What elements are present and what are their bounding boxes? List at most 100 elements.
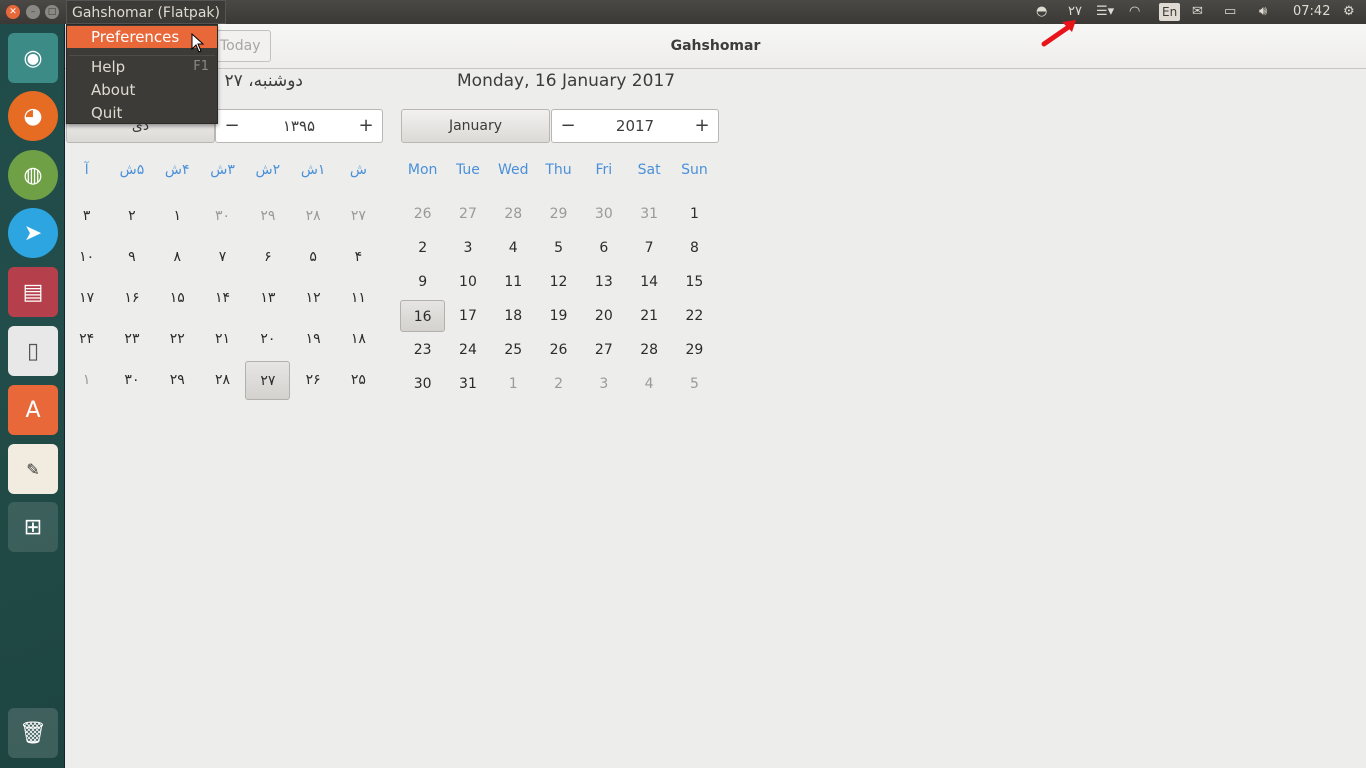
day-cell[interactable]: ۳۰: [200, 197, 245, 236]
day-cell[interactable]: 31: [626, 198, 671, 230]
day-cell[interactable]: 9: [400, 266, 445, 298]
day-cell[interactable]: ۸: [155, 238, 200, 277]
persian-year-spinner[interactable]: − ۱۳۹۵ +: [215, 109, 383, 143]
firefox-icon[interactable]: ◕: [8, 91, 58, 141]
day-cell[interactable]: ۲۷: [336, 197, 381, 236]
day-cell[interactable]: ۱۰: [64, 238, 109, 277]
day-cell[interactable]: ۲۷: [245, 361, 291, 400]
day-cell[interactable]: 14: [626, 266, 671, 298]
day-cell[interactable]: ۲۰: [245, 320, 290, 359]
day-cell[interactable]: ۱۹: [290, 320, 335, 359]
menu-indicator-icon[interactable]: ☰▾: [1096, 0, 1114, 24]
mail-icon[interactable]: ✉: [1192, 0, 1203, 24]
day-cell[interactable]: 28: [626, 334, 671, 366]
day-cell[interactable]: ۲۶: [290, 361, 335, 400]
day-cell[interactable]: 18: [491, 300, 536, 332]
day-cell[interactable]: 13: [581, 266, 626, 298]
day-cell[interactable]: 12: [536, 266, 581, 298]
day-cell[interactable]: 30: [400, 368, 445, 400]
day-cell[interactable]: ۱: [64, 361, 109, 400]
increment-button[interactable]: +: [686, 110, 718, 142]
day-cell[interactable]: 2: [400, 232, 445, 264]
day-cell[interactable]: 11: [491, 266, 536, 298]
day-cell[interactable]: 5: [672, 368, 717, 400]
day-cell[interactable]: 2: [536, 368, 581, 400]
gregorian-year-spinner[interactable]: − 2017 +: [551, 109, 719, 143]
file-manager-icon[interactable]: ▤: [8, 267, 58, 317]
day-cell[interactable]: ۱۱: [336, 279, 381, 318]
day-cell[interactable]: ۲۲: [155, 320, 200, 359]
day-cell[interactable]: 15: [672, 266, 717, 298]
day-cell[interactable]: ۴: [336, 238, 381, 277]
day-cell[interactable]: ۲۱: [200, 320, 245, 359]
day-cell[interactable]: 7: [626, 232, 671, 264]
day-cell[interactable]: 29: [536, 198, 581, 230]
day-cell[interactable]: 30: [581, 198, 626, 230]
power-gear-icon[interactable]: ⚙: [1343, 0, 1355, 24]
wifi-icon[interactable]: ◠: [1129, 0, 1140, 24]
keyboard-layout-indicator[interactable]: En: [1159, 3, 1181, 21]
day-cell[interactable]: 27: [445, 198, 490, 230]
decrement-button[interactable]: −: [552, 110, 584, 142]
day-cell[interactable]: ۶: [245, 238, 290, 277]
day-cell[interactable]: ۲: [109, 197, 154, 236]
day-cell[interactable]: ۲۸: [200, 361, 245, 400]
minimize-window-button[interactable]: –: [26, 5, 40, 19]
day-cell[interactable]: ۱۳: [245, 279, 290, 318]
menu-item-quit[interactable]: Quit: [67, 102, 217, 124]
trash-icon[interactable]: 🗑︎: [8, 708, 58, 758]
battery-icon[interactable]: ▭: [1224, 0, 1236, 24]
day-cell[interactable]: 10: [445, 266, 490, 298]
day-cell[interactable]: 3: [581, 368, 626, 400]
increment-button[interactable]: +: [350, 110, 382, 142]
day-cell[interactable]: 27: [581, 334, 626, 366]
day-cell[interactable]: ۷: [200, 238, 245, 277]
day-cell[interactable]: ۱۸: [336, 320, 381, 359]
day-cell[interactable]: 3: [445, 232, 490, 264]
day-cell[interactable]: ۲۵: [336, 361, 381, 400]
day-cell[interactable]: ۱: [155, 197, 200, 236]
day-cell[interactable]: 24: [445, 334, 490, 366]
persian-year-value[interactable]: ۱۳۹۵: [248, 110, 350, 142]
day-cell[interactable]: ۲۳: [109, 320, 154, 359]
day-cell[interactable]: ۲۹: [245, 197, 290, 236]
day-cell[interactable]: 25: [491, 334, 536, 366]
day-cell[interactable]: 16: [400, 300, 446, 332]
day-cell[interactable]: 4: [626, 368, 671, 400]
day-cell[interactable]: ۱۷: [64, 279, 109, 318]
day-cell[interactable]: 8: [672, 232, 717, 264]
day-cell[interactable]: 22: [672, 300, 717, 332]
network-globe-icon[interactable]: ◍: [8, 150, 58, 200]
day-cell[interactable]: ۵: [290, 238, 335, 277]
day-cell[interactable]: ۹: [109, 238, 154, 277]
gregorian-year-value[interactable]: 2017: [584, 110, 686, 142]
day-cell[interactable]: 17: [445, 300, 490, 332]
document-icon[interactable]: ▯: [8, 326, 58, 376]
day-cell[interactable]: ۱۶: [109, 279, 154, 318]
day-cell[interactable]: 29: [672, 334, 717, 366]
clock[interactable]: 07:42: [1293, 0, 1330, 24]
day-cell[interactable]: ۲۴: [64, 320, 109, 359]
gregorian-month-button[interactable]: January: [401, 109, 550, 143]
software-center-icon[interactable]: A: [8, 385, 58, 435]
day-cell[interactable]: 21: [626, 300, 671, 332]
day-cell[interactable]: 31: [445, 368, 490, 400]
menu-item-about[interactable]: About: [67, 79, 217, 101]
day-cell[interactable]: ۲۸: [290, 197, 335, 236]
day-cell[interactable]: 20: [581, 300, 626, 332]
day-cell[interactable]: 1: [672, 198, 717, 230]
day-cell[interactable]: ۳۰: [109, 361, 154, 400]
day-cell[interactable]: ۱۵: [155, 279, 200, 318]
day-cell[interactable]: 4: [491, 232, 536, 264]
day-cell[interactable]: 28: [491, 198, 536, 230]
decrement-button[interactable]: −: [216, 110, 248, 142]
day-cell[interactable]: 6: [581, 232, 626, 264]
day-cell[interactable]: 26: [536, 334, 581, 366]
gahshomar-app-icon[interactable]: ✎: [8, 444, 58, 494]
menu-item-help[interactable]: Help F1: [67, 56, 217, 78]
telegram-icon[interactable]: ➤: [8, 208, 58, 258]
day-cell[interactable]: 26: [400, 198, 445, 230]
close-window-button[interactable]: ✕: [6, 5, 20, 19]
day-cell[interactable]: 23: [400, 334, 445, 366]
day-cell[interactable]: ۳: [64, 197, 109, 236]
